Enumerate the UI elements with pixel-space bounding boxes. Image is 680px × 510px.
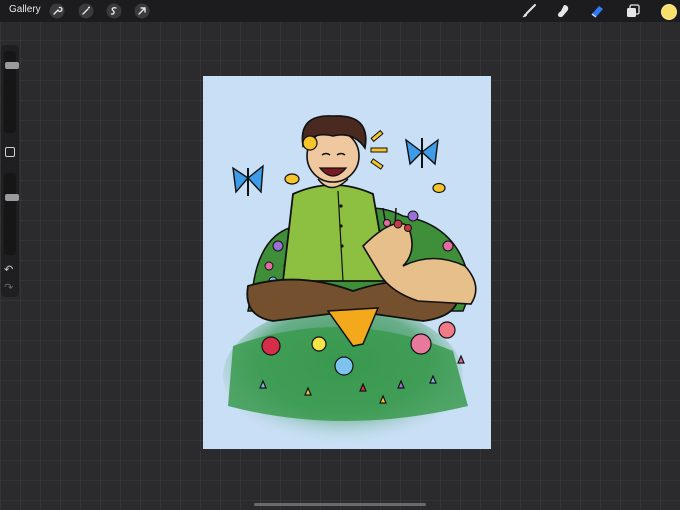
brush-opacity-slider[interactable]	[4, 173, 19, 255]
magic-wand-icon[interactable]	[78, 3, 94, 19]
color-picker-swatch[interactable]	[661, 4, 677, 20]
brush-size-slider[interactable]	[4, 51, 19, 133]
top-toolbar: Gallery	[0, 0, 680, 22]
smudge-icon[interactable]	[555, 3, 571, 19]
redo-icon[interactable]: ↷	[4, 281, 13, 294]
butterfly-left	[232, 164, 264, 196]
brush-opacity-thumb[interactable]	[5, 194, 19, 201]
gallery-button[interactable]: Gallery	[9, 4, 41, 15]
selection-icon[interactable]	[106, 3, 122, 19]
bee-right	[432, 182, 446, 194]
home-indicator[interactable]	[254, 503, 426, 506]
left-sidebar: ↶ ↷	[1, 45, 19, 297]
artwork-illustration	[223, 115, 477, 446]
drawing-canvas[interactable]	[203, 76, 491, 449]
undo-icon[interactable]: ↶	[4, 263, 13, 276]
bee-left	[284, 173, 300, 185]
modify-button[interactable]	[5, 147, 15, 157]
butterfly-right	[405, 138, 439, 168]
transform-arrow-icon[interactable]	[134, 3, 150, 19]
wrench-icon[interactable]	[49, 3, 65, 19]
excitement-lines	[370, 129, 388, 170]
layers-icon[interactable]	[625, 3, 641, 19]
eraser-icon[interactable]	[589, 3, 605, 19]
brush-size-thumb[interactable]	[5, 62, 19, 70]
brush-icon[interactable]	[521, 3, 537, 19]
